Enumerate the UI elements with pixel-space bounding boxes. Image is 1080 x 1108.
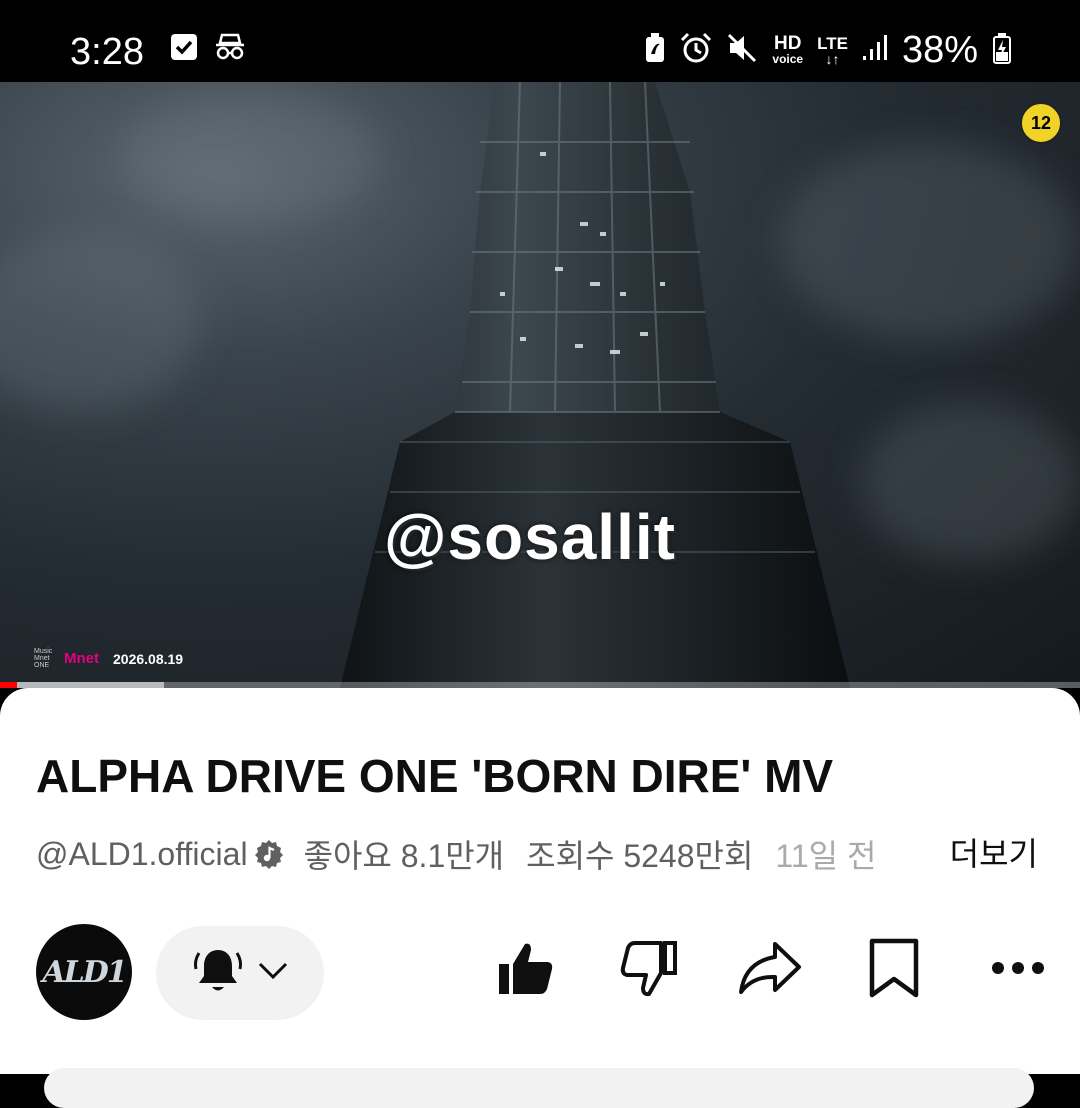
- share-button[interactable]: [738, 938, 802, 1002]
- watermark-text: @sosallit: [384, 501, 676, 573]
- status-right-icons: HD voice LTE ↓↑ 38%: [644, 28, 1012, 72]
- battery-saver-icon: [644, 32, 666, 69]
- save-button[interactable]: [862, 938, 926, 1002]
- lte-label: LTE: [817, 33, 848, 53]
- broadcaster-overlay: Music Mnet ONE Mnet 2026.08.19: [34, 648, 183, 669]
- avatar-text: ALD1: [42, 954, 127, 990]
- voice-label: voice: [772, 52, 804, 66]
- tower-image: [340, 82, 850, 688]
- age-rating-badge: 12: [1020, 102, 1062, 144]
- signal-icon: [862, 34, 888, 67]
- video-title[interactable]: ALPHA DRIVE ONE 'BORN DIRE' MV: [36, 750, 833, 802]
- incognito-icon: [214, 33, 246, 66]
- like-count: 좋아요 8.1만개: [303, 838, 505, 874]
- lte-icon: LTE ↓↑: [817, 33, 848, 67]
- status-left-icons: [170, 33, 246, 66]
- comments-teaser[interactable]: [44, 1068, 1034, 1108]
- broadcaster-small: Music Mnet ONE: [34, 648, 53, 669]
- hd-voice-icon: HD voice: [772, 33, 804, 66]
- status-time: 3:28: [70, 31, 144, 73]
- music-verified-icon: [254, 839, 284, 869]
- video-player[interactable]: 12 @sosallit Music Mnet ONE Mnet 2026.08…: [0, 82, 1080, 688]
- save-icon: [864, 937, 924, 1004]
- channel-avatar[interactable]: ALD1: [36, 924, 132, 1020]
- alarm-icon: [680, 32, 712, 69]
- status-bar: 3:28 HD voice LTE ↓↑ 38%: [0, 0, 1080, 82]
- dislike-icon: [617, 937, 679, 1004]
- video-details-panel: ALPHA DRIVE ONE 'BORN DIRE' MV @ALD1.off…: [0, 688, 1080, 1108]
- broadcast-date: 2026.08.19: [113, 650, 184, 667]
- view-count: 조회수 5248만회: [526, 838, 754, 874]
- hd-label: HD: [774, 33, 802, 54]
- battery-icon: [992, 32, 1012, 69]
- battery-percent: 38%: [901, 29, 978, 71]
- subscription-bell-button[interactable]: [156, 926, 324, 1020]
- like-icon: [496, 938, 556, 1003]
- dislike-button[interactable]: [616, 938, 680, 1002]
- progress-played: [0, 682, 18, 688]
- video-meta-row[interactable]: @ALD1.official 좋아요 8.1만개 조회수 5248만회 11일 …: [36, 834, 1046, 875]
- mnet-logo: Mnet: [64, 650, 99, 667]
- like-button[interactable]: [494, 938, 558, 1002]
- mute-icon: [726, 32, 758, 69]
- chevron-down-icon: [258, 962, 288, 985]
- upload-age: 11일 전: [775, 838, 877, 874]
- bell-icon: [192, 945, 244, 1002]
- more-button[interactable]: 더보기: [941, 834, 1038, 874]
- share-icon: [737, 938, 803, 1003]
- more-actions-button[interactable]: [986, 938, 1050, 1002]
- more-icon: [988, 958, 1048, 983]
- checkbox-icon: [170, 33, 198, 66]
- channel-handle[interactable]: @ALD1.official: [36, 836, 248, 873]
